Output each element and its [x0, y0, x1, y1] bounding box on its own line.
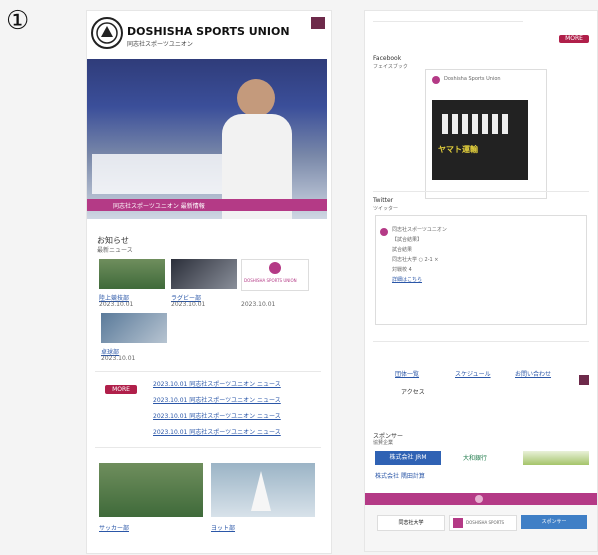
footer-link[interactable]: スケジュール — [455, 369, 491, 378]
news-card-image[interactable] — [171, 259, 237, 289]
brand-title: DOSHISHA SPORTS UNION — [127, 25, 290, 38]
facebook-avatar-icon — [432, 76, 440, 84]
menu-button[interactable] — [311, 17, 325, 29]
photo-sign: ヤマト運輸 — [438, 145, 478, 154]
divider — [373, 21, 523, 22]
more-button[interactable]: MORE — [559, 35, 589, 43]
divider — [373, 341, 589, 342]
hero-caption-bar[interactable]: 同志社スポーツユニオン 最新情報 — [87, 199, 327, 211]
news-card-date: 2023.10.01 — [101, 355, 136, 362]
more-button[interactable]: MORE — [105, 385, 137, 394]
left-page: DOSHISHA SPORTS UNION 同志社スポーツユニオン 同志社スポー… — [86, 10, 332, 554]
sponsor-subtitle: 協賛企業 — [373, 440, 394, 446]
footer-band — [365, 493, 597, 505]
news-card-logo-text: DOSHISHA SPORTS UNION — [244, 278, 297, 283]
list-item[interactable]: 2023.10.01 同志社スポーツユニオン ニュース — [153, 395, 281, 404]
facebook-title: Facebook — [373, 55, 402, 62]
bottom-card-title[interactable]: ヨット部 — [211, 523, 235, 532]
bottom-card-image[interactable] — [211, 463, 315, 517]
list-item[interactable]: 2023.10.01 同志社スポーツユニオン ニュース — [153, 427, 281, 436]
tweet-link[interactable]: 詳細はこちら — [392, 276, 422, 283]
sponsor-text: 株式会社 隅田計算 — [375, 473, 425, 480]
section-news-subtitle: 最新ニュース — [97, 247, 133, 254]
sponsor-logo[interactable]: 大和銀行 — [463, 453, 487, 462]
footer-logo[interactable]: 同志社大学 — [377, 515, 445, 531]
news-card-image[interactable] — [101, 313, 167, 343]
divider — [95, 371, 321, 372]
facebook-photo[interactable]: ヤマト運輸 — [432, 100, 528, 180]
news-card-date: 2023.10.01 — [99, 301, 134, 308]
sponsor-logo[interactable] — [523, 451, 589, 465]
tweet-line: 対戦校 4 — [392, 267, 412, 273]
divider — [95, 447, 321, 448]
twitter-widget[interactable]: 同志社スポーツユニオン 【試合結果】 試合結果 同志社大学 ○ 2-1 × 対戦… — [375, 215, 587, 325]
right-page: MORE Facebook フェイスブック Doshisha Sports Un… — [364, 10, 598, 552]
footer-logo[interactable]: DOSHISHA SPORTS — [449, 515, 517, 531]
divider — [373, 191, 589, 192]
news-card-image[interactable]: DOSHISHA SPORTS UNION — [241, 259, 309, 291]
tweet-line: 【試合結果】 — [392, 237, 423, 243]
bottom-card-image[interactable] — [99, 463, 203, 517]
hero-image — [87, 59, 327, 219]
hero-caption: 同志社スポーツユニオン 最新情報 — [113, 203, 205, 210]
footer-link[interactable]: お問い合わせ — [515, 369, 551, 378]
menu-button[interactable] — [579, 375, 589, 385]
twitter-title: Twitter — [373, 197, 394, 204]
page-marker: ① — [6, 6, 30, 36]
news-card-date: 2023.10.01 — [241, 301, 276, 308]
tweet-line: 同志社大学 ○ 2-1 × — [392, 257, 439, 263]
footer-link[interactable]: 団体一覧 — [395, 369, 419, 378]
twitter-avatar-icon — [380, 228, 388, 236]
footer-logo[interactable]: スポンサー — [521, 515, 587, 529]
brand-subtitle: 同志社スポーツユニオン — [127, 41, 193, 48]
facebook-page-name[interactable]: Doshisha Sports Union — [444, 76, 501, 82]
footer-logo-text: DOSHISHA SPORTS — [466, 520, 505, 525]
news-card-image[interactable] — [99, 259, 165, 289]
footer-link[interactable]: アクセス — [401, 387, 425, 396]
brand-logo-icon[interactable] — [91, 17, 123, 49]
back-to-top-icon[interactable] — [475, 495, 483, 503]
facebook-widget[interactable]: Doshisha Sports Union ヤマト運輸 — [425, 69, 547, 199]
tweet-line: 同志社スポーツユニオン — [392, 227, 447, 233]
tweet-line: 試合結果 — [392, 247, 413, 253]
list-item[interactable]: 2023.10.01 同志社スポーツユニオン ニュース — [153, 379, 281, 388]
list-item[interactable]: 2023.10.01 同志社スポーツユニオン ニュース — [153, 411, 281, 420]
bottom-card-title[interactable]: サッカー部 — [99, 523, 129, 532]
sponsor-logo[interactable]: 株式会社 JRM — [375, 451, 441, 465]
twitter-subtitle: ツイッター — [373, 206, 399, 212]
news-card-date: 2023.10.01 — [171, 301, 206, 308]
facebook-subtitle: フェイスブック — [373, 64, 408, 70]
